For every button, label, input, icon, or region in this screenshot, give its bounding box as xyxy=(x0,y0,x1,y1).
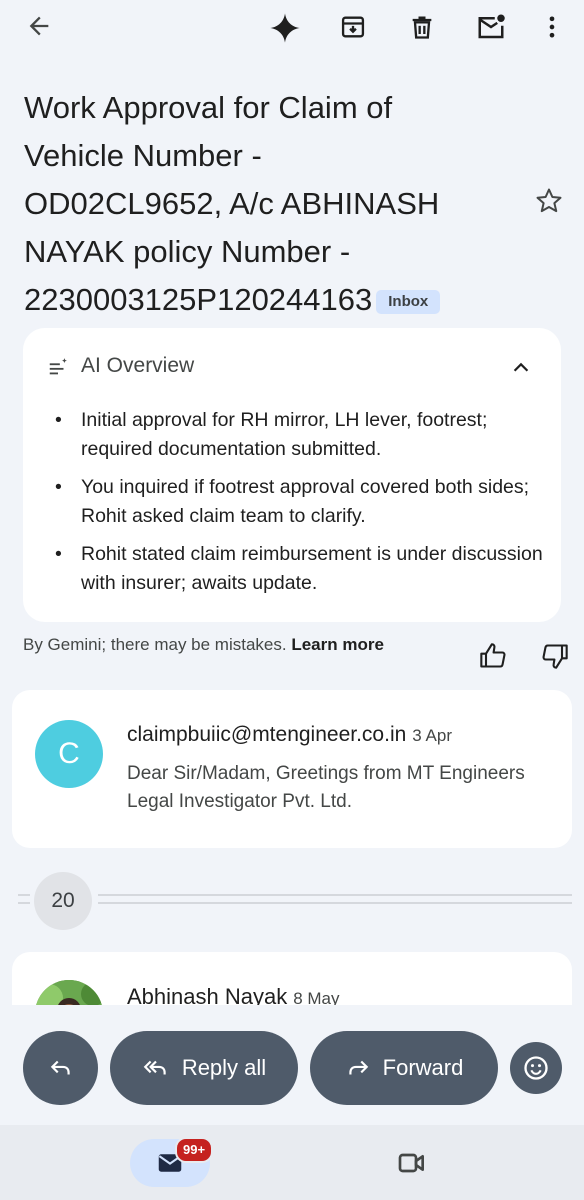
arrow-back-icon xyxy=(29,16,49,36)
unread-count-badge: 99+ xyxy=(175,1137,214,1163)
sender-email: claimpbuiic@mtengineer.co.in xyxy=(127,723,407,746)
disclaimer-text: By Gemini; there may be mistakes. xyxy=(23,635,287,654)
reply-all-button[interactable]: Reply all xyxy=(110,1031,298,1105)
gemini-button[interactable] xyxy=(261,4,309,52)
archive-icon xyxy=(341,16,365,38)
mark-unread-icon xyxy=(478,14,505,39)
forward-label: Forward xyxy=(382,1055,464,1080)
reply-all-label: Reply all xyxy=(181,1055,267,1080)
forward-icon xyxy=(348,1060,368,1075)
ai-summary-icon xyxy=(47,356,69,378)
collapse-button[interactable] xyxy=(501,350,541,386)
emoji-reaction-button[interactable] xyxy=(510,1042,562,1094)
action-bar: Reply all Forward xyxy=(0,1005,584,1125)
delete-icon xyxy=(412,16,432,39)
ai-overview-card: AI Overview Initial approval for RH mirr… xyxy=(23,328,561,622)
mark-unread-button[interactable] xyxy=(467,3,515,51)
message-card[interactable]: Abhinash Nayak 8 May xyxy=(12,952,572,1012)
bottom-navigation: 99+ xyxy=(0,1125,584,1200)
ai-overview-point: Rohit stated claim reimbursement is unde… xyxy=(53,540,543,598)
thumbs-up-button[interactable] xyxy=(469,632,517,680)
sender-line: claimpbuiic@mtengineer.co.in 3 Apr xyxy=(127,723,452,747)
ai-overview-list: Initial approval for RH mirror, LH lever… xyxy=(53,406,543,607)
collapsed-count-button[interactable]: 20 xyxy=(34,872,92,930)
learn-more-link[interactable]: Learn more xyxy=(291,635,384,654)
ai-overview-point: Initial approval for RH mirror, LH lever… xyxy=(53,406,543,464)
message-card[interactable]: C claimpbuiic@mtengineer.co.in 3 Apr Dear… xyxy=(12,690,572,848)
avatar: C xyxy=(35,720,103,788)
message-snippet: Dear Sir/Madam, Greetings from MT Engine… xyxy=(127,763,525,812)
ai-overview-title: AI Overview xyxy=(81,354,195,377)
archive-button[interactable] xyxy=(329,3,377,51)
thumbs-down-button[interactable] xyxy=(531,632,579,680)
thumbs-up-icon xyxy=(480,643,506,668)
forward-button[interactable]: Forward xyxy=(310,1031,498,1105)
star-icon xyxy=(536,188,562,213)
chevron-up-icon xyxy=(513,362,529,372)
inbox-label[interactable]: Inbox xyxy=(376,290,441,314)
gemini-disclaimer: By Gemini; there may be mistakes. Learn … xyxy=(23,632,423,657)
gemini-sparkle-icon xyxy=(270,13,300,43)
subject-text: Work Approval for Claim of Vehicle Numbe… xyxy=(24,90,440,317)
collapsed-lines-left xyxy=(18,894,30,908)
emoji-icon xyxy=(524,1056,548,1080)
video-camera-icon xyxy=(398,1153,424,1173)
reply-button[interactable] xyxy=(23,1031,98,1105)
back-button[interactable] xyxy=(15,2,63,50)
message-date: 3 Apr xyxy=(412,726,452,745)
email-subject: Work Approval for Claim of Vehicle Numbe… xyxy=(24,84,464,324)
collapsed-lines xyxy=(98,894,572,908)
reply-all-icon xyxy=(143,1060,166,1075)
meet-tab[interactable] xyxy=(388,1139,436,1187)
ai-overview-point: You inquired if footrest approval covere… xyxy=(53,473,543,531)
more-options-button[interactable] xyxy=(528,3,576,51)
star-button[interactable] xyxy=(525,177,573,225)
thumbs-down-icon xyxy=(542,644,568,669)
delete-button[interactable] xyxy=(398,3,446,51)
more-vert-icon xyxy=(549,16,555,38)
reply-icon xyxy=(50,1060,70,1075)
